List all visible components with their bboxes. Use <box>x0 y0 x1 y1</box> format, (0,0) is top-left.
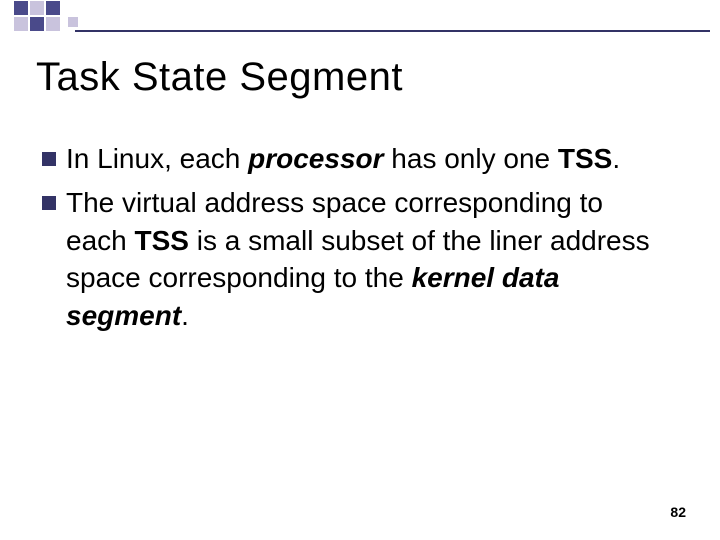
bullet-square-icon <box>42 152 56 166</box>
bullet-item: In Linux, each processor has only one TS… <box>42 140 670 178</box>
slide-title: Task State Segment <box>36 55 403 100</box>
page-number: 82 <box>670 504 686 520</box>
bullet-text: In Linux, each processor has only one TS… <box>66 140 620 178</box>
slide-decoration <box>0 0 720 40</box>
slide-content: In Linux, each processor has only one TS… <box>42 140 670 341</box>
bullet-text: The virtual address space corresponding … <box>66 184 670 335</box>
bullet-square-icon <box>42 196 56 210</box>
bullet-item: The virtual address space corresponding … <box>42 184 670 335</box>
